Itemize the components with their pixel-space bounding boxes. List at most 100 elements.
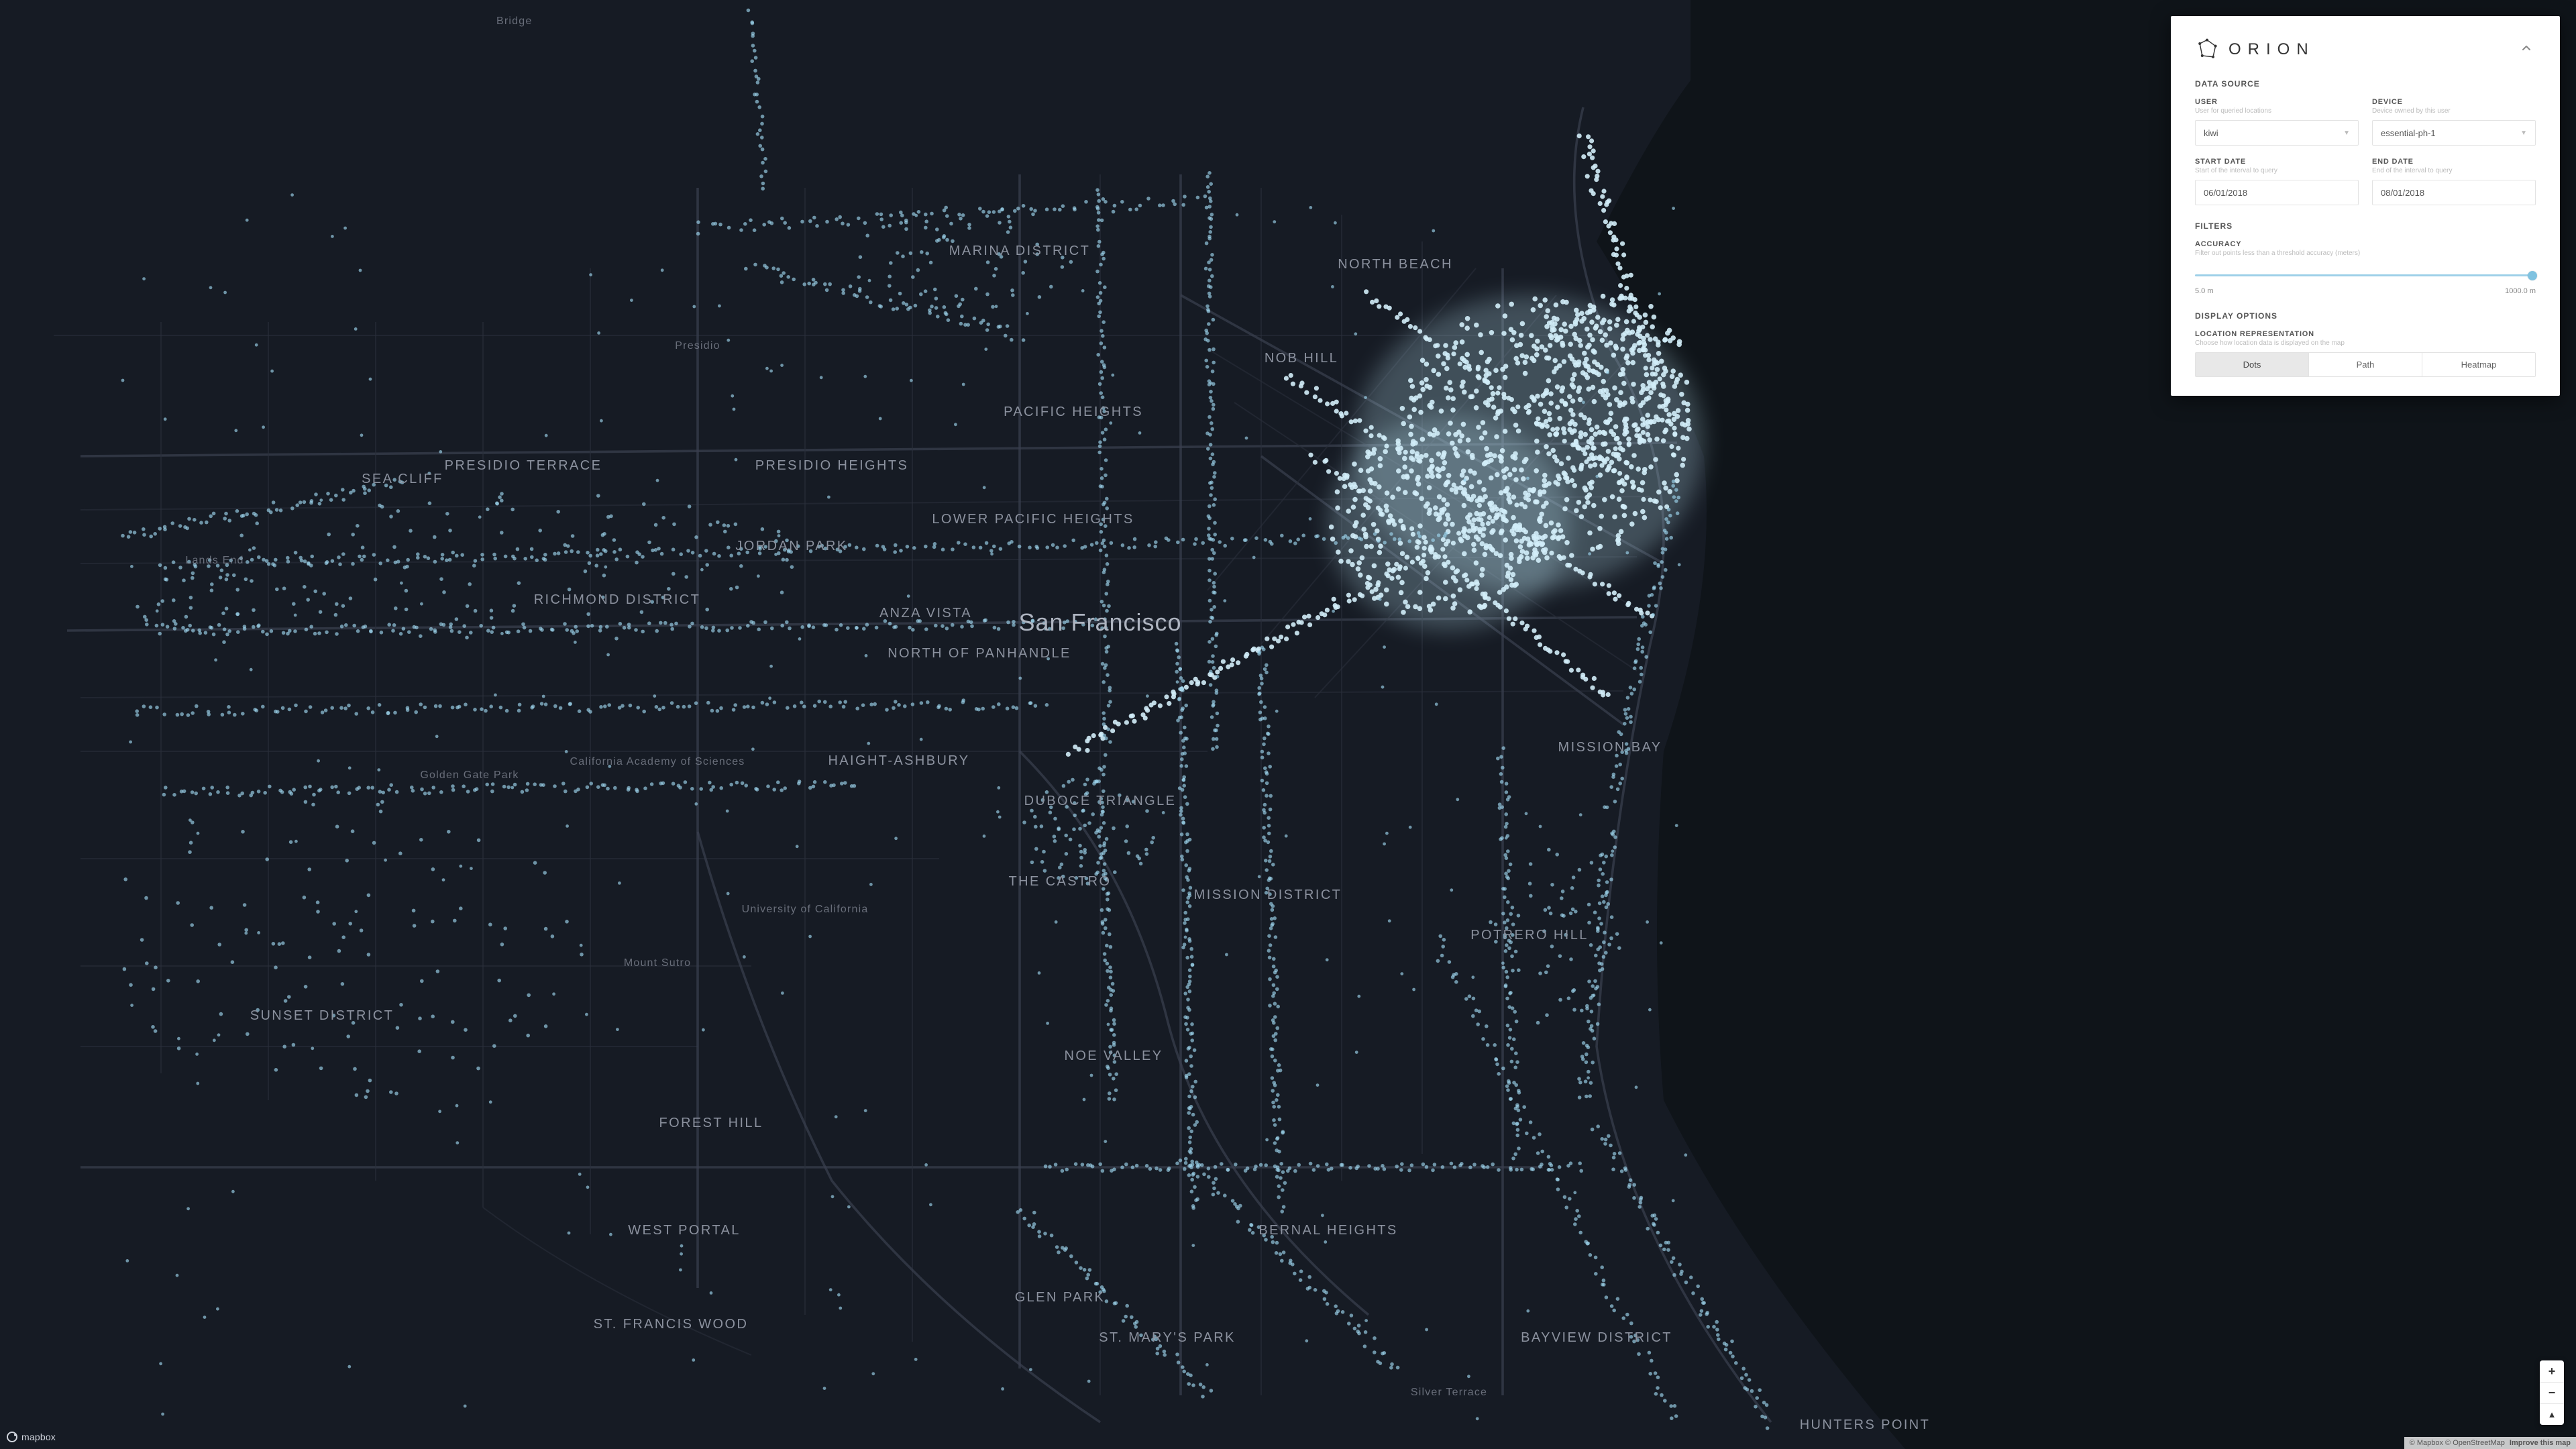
- mapbox-logo-icon: [7, 1432, 17, 1442]
- end-date-input[interactable]: 08/01/2018: [2372, 180, 2536, 205]
- district-label: PRESIDIO HEIGHTS: [755, 458, 908, 473]
- district-label: NORTH OF PANHANDLE: [888, 646, 1071, 661]
- caret-down-icon: ▼: [2520, 129, 2527, 137]
- brand-logo-icon: [2195, 38, 2219, 62]
- mapbox-logo-text: mapbox: [21, 1432, 56, 1442]
- field-desc: User for queried locations: [2195, 107, 2359, 115]
- user-select[interactable]: kiwi ▼: [2195, 120, 2359, 146]
- input-value: 06/01/2018: [2204, 188, 2247, 198]
- field-desc: Choose how location data is displayed on…: [2195, 339, 2536, 347]
- attribution-mapbox-link[interactable]: © Mapbox: [2410, 1439, 2443, 1447]
- zoom-out-button[interactable]: −: [2540, 1382, 2564, 1403]
- map-label: Bridge: [496, 15, 532, 27]
- input-value: 08/01/2018: [2381, 188, 2424, 198]
- field-user: USER User for queried locations kiwi ▼: [2195, 98, 2359, 146]
- field-label: USER: [2195, 98, 2359, 106]
- field-accuracy: ACCURACY Filter out points less than a t…: [2195, 240, 2536, 295]
- select-value: essential-ph-1: [2381, 128, 2436, 138]
- panel-header: ORION: [2195, 38, 2536, 62]
- app-root: Bridge San Francisco MARINA DISTRICT NORT…: [0, 0, 2576, 1449]
- field-label: LOCATION REPRESENTATION: [2195, 330, 2536, 338]
- compass-button[interactable]: ▲: [2540, 1403, 2564, 1425]
- district-label: JORDAN PARK: [735, 539, 847, 553]
- improve-map-link[interactable]: Improve this map: [2510, 1439, 2571, 1447]
- brand-name: ORION: [2229, 40, 2315, 59]
- district-label: Golden Gate Park: [420, 769, 519, 781]
- landmass: [0, 0, 1905, 1449]
- seg-option-dots[interactable]: Dots: [2196, 353, 2308, 376]
- field-desc: Filter out points less than a threshold …: [2195, 250, 2536, 257]
- district-label: PACIFIC HEIGHTS: [1004, 405, 1143, 419]
- district-label: California Academy of Sciences: [570, 756, 745, 767]
- zoom-controls: + − ▲: [2540, 1360, 2564, 1425]
- slider-range-labels: 5.0 m 1000.0 m: [2195, 287, 2536, 295]
- field-desc: Start of the interval to query: [2195, 167, 2359, 174]
- start-date-input[interactable]: 06/01/2018: [2195, 180, 2359, 205]
- section-filters: FILTERS ACCURACY Filter out points less …: [2195, 221, 2536, 295]
- district-label: POTRERO HILL: [1470, 928, 1589, 943]
- district-label: NOB HILL: [1265, 351, 1338, 366]
- section-title: FILTERS: [2195, 221, 2536, 231]
- district-label: HUNTERS POINT: [1800, 1417, 1931, 1432]
- district-label: Presidio: [675, 340, 720, 352]
- collapse-panel-button[interactable]: [2517, 39, 2536, 61]
- district-label: Mount Sutro: [624, 957, 691, 969]
- field-representation: LOCATION REPRESENTATION Choose how locat…: [2195, 330, 2536, 377]
- section-display: DISPLAY OPTIONS LOCATION REPRESENTATION …: [2195, 311, 2536, 377]
- district-label: Silver Terrace: [1411, 1387, 1487, 1398]
- field-label: END DATE: [2372, 158, 2536, 166]
- representation-segmented: Dots Path Heatmap: [2195, 352, 2536, 377]
- attribution-osm-link[interactable]: © OpenStreetMap: [2445, 1439, 2505, 1447]
- district-label: MISSION BAY: [1558, 740, 1662, 755]
- slider-thumb[interactable]: [2528, 271, 2537, 280]
- field-label: DEVICE: [2372, 98, 2536, 106]
- seg-option-heatmap[interactable]: Heatmap: [2422, 353, 2535, 376]
- field-desc: End of the interval to query: [2372, 167, 2536, 174]
- section-data-source: DATA SOURCE USER User for queried locati…: [2195, 79, 2536, 205]
- city-label: San Francisco: [1018, 608, 1181, 636]
- district-label: BERNAL HEIGHTS: [1258, 1223, 1397, 1238]
- district-label: MISSION DISTRICT: [1194, 888, 1342, 902]
- district-label: NOE VALLEY: [1064, 1049, 1163, 1063]
- device-select[interactable]: essential-ph-1 ▼: [2372, 120, 2536, 146]
- district-label: HAIGHT-ASHBURY: [828, 753, 969, 768]
- district-label: RICHMOND DISTRICT: [534, 592, 701, 607]
- district-label: THE CASTRO: [1009, 874, 1112, 889]
- zoom-in-button[interactable]: +: [2540, 1360, 2564, 1382]
- district-label: SUNSET DISTRICT: [250, 1008, 394, 1023]
- caret-down-icon: ▼: [2343, 129, 2350, 137]
- seg-option-path[interactable]: Path: [2308, 353, 2422, 376]
- district-label: DUBOCE TRIANGLE: [1024, 794, 1177, 808]
- field-label: ACCURACY: [2195, 240, 2536, 248]
- section-title: DISPLAY OPTIONS: [2195, 311, 2536, 321]
- map-attribution: © Mapbox © OpenStreetMap Improve this ma…: [2404, 1437, 2576, 1449]
- district-label: Lands End: [185, 555, 244, 566]
- data-glow: [1328, 416, 1570, 631]
- district-label: NORTH BEACH: [1338, 257, 1453, 272]
- district-label: ST. FRANCIS WOOD: [594, 1317, 749, 1332]
- district-label: BAYVIEW DISTRICT: [1521, 1330, 1672, 1345]
- field-end-date: END DATE End of the interval to query 08…: [2372, 158, 2536, 205]
- mapbox-logo: mapbox: [7, 1432, 56, 1442]
- district-label: SEA CLIFF: [362, 472, 443, 486]
- brand: ORION: [2195, 38, 2315, 62]
- control-panel: ORION DATA SOURCE USER User for queried …: [2171, 16, 2560, 396]
- district-label: FOREST HILL: [659, 1116, 763, 1130]
- district-label: University of California: [742, 904, 869, 915]
- field-device: DEVICE Device owned by this user essenti…: [2372, 98, 2536, 146]
- district-label: ST. MARY'S PARK: [1099, 1330, 1236, 1345]
- district-label: ANZA VISTA: [879, 606, 972, 621]
- slider-track: [2195, 274, 2536, 276]
- select-value: kiwi: [2204, 128, 2218, 138]
- district-label: LOWER PACIFIC HEIGHTS: [932, 512, 1134, 527]
- district-label: PRESIDIO TERRACE: [445, 458, 602, 473]
- field-desc: Device owned by this user: [2372, 107, 2536, 115]
- slider-max-label: 1000.0 m: [2505, 287, 2536, 295]
- district-label: GLEN PARK: [1015, 1290, 1106, 1305]
- field-start-date: START DATE Start of the interval to quer…: [2195, 158, 2359, 205]
- district-label: MARINA DISTRICT: [949, 244, 1090, 258]
- district-label: WEST PORTAL: [628, 1223, 741, 1238]
- slider-min-label: 5.0 m: [2195, 287, 2214, 295]
- field-label: START DATE: [2195, 158, 2359, 166]
- accuracy-slider[interactable]: [2195, 274, 2536, 276]
